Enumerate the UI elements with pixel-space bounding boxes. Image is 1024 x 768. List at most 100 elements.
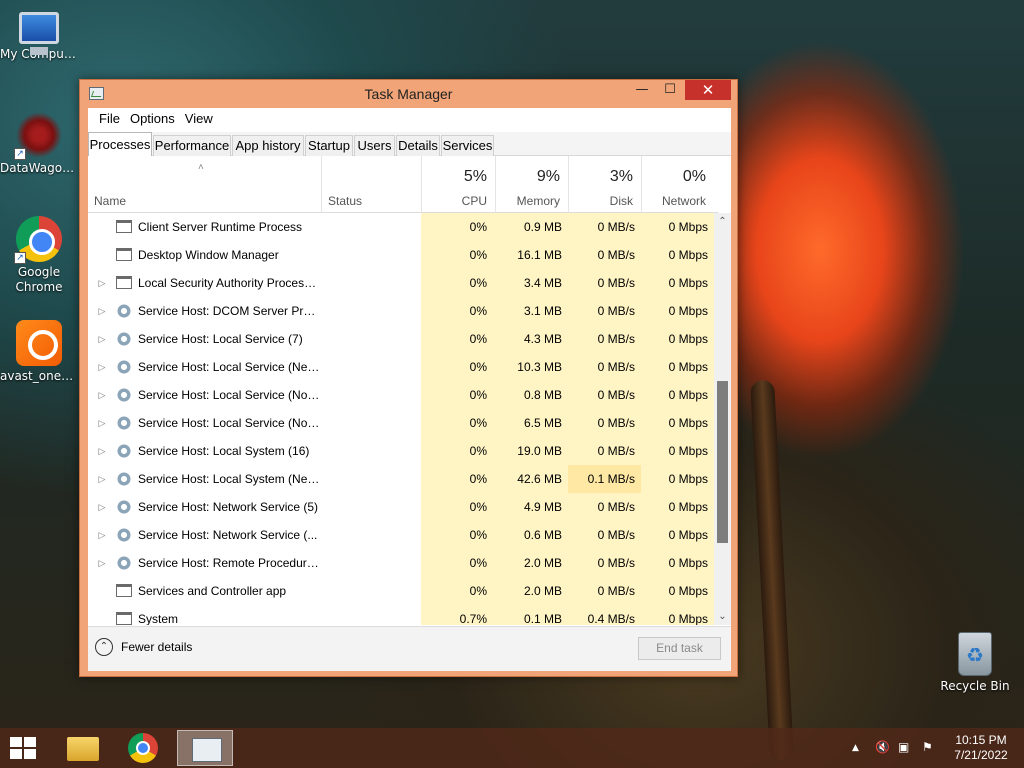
- network-value: 0 Mbps: [641, 297, 714, 325]
- table-row[interactable]: ▷ Service Host: Network Service (5) 0% 4.9 …: [88, 493, 714, 521]
- table-row[interactable]: ▷ Service Host: Local Service (No I... 0% 0…: [88, 381, 714, 409]
- end-task-button[interactable]: End task: [638, 637, 721, 660]
- taskbar-chrome[interactable]: [116, 730, 172, 766]
- expand-chevron-icon[interactable]: ▷: [96, 381, 108, 409]
- column-cpu[interactable]: 5% CPU: [421, 156, 495, 213]
- title-bar[interactable]: Task Manager — ☐ ✕: [80, 80, 737, 108]
- process-window-icon: [116, 248, 132, 261]
- column-disk[interactable]: 3% Disk: [568, 156, 641, 213]
- table-row[interactable]: System 0.7% 0.1 MB 0.4 MB/s 0 Mbps: [88, 605, 714, 625]
- expand-chevron-icon[interactable]: [96, 605, 108, 625]
- process-window-icon: [116, 612, 132, 625]
- memory-value: 4.9 MB: [495, 493, 568, 521]
- column-name[interactable]: ˄ Name: [88, 156, 321, 213]
- expand-chevron-icon[interactable]: ▷: [96, 549, 108, 577]
- desktop-icon-datawagon[interactable]: ↗ DataWagon...: [0, 112, 78, 176]
- scrollbar-thumb[interactable]: [717, 381, 728, 543]
- memory-value: 16.1 MB: [495, 241, 568, 269]
- expand-chevron-icon[interactable]: ▷: [96, 465, 108, 493]
- tab-details[interactable]: Details: [396, 135, 440, 156]
- memory-value: 4.3 MB: [495, 325, 568, 353]
- vertical-scrollbar[interactable]: ⌃ ⌄: [714, 213, 731, 625]
- chevron-up-circle-icon[interactable]: ⌃: [95, 638, 113, 656]
- tab-processes[interactable]: Processes: [88, 132, 152, 157]
- cpu-value: 0%: [421, 353, 495, 381]
- table-row[interactable]: ▷ Service Host: Local Service (No ... 0% 6.…: [88, 409, 714, 437]
- fewer-details-link[interactable]: Fewer details: [121, 640, 192, 654]
- expand-chevron-icon[interactable]: ▷: [96, 353, 108, 381]
- tab-services[interactable]: Services: [441, 135, 494, 156]
- close-button[interactable]: ✕: [685, 80, 731, 100]
- expand-chevron-icon[interactable]: ▷: [96, 521, 108, 549]
- process-name: Service Host: Remote Procedure...: [138, 556, 320, 570]
- wallpaper-flower-stem: [750, 379, 794, 761]
- desktop-icon-google-chrome[interactable]: ↗ Google Chrome: [0, 216, 78, 295]
- column-memory[interactable]: 9% Memory: [495, 156, 568, 213]
- network-icon[interactable]: ▣: [898, 740, 909, 754]
- table-row[interactable]: Services and Controller app 0% 2.0 MB 0 MB/…: [88, 577, 714, 605]
- expand-chevron-icon[interactable]: ▷: [96, 493, 108, 521]
- expand-chevron-icon[interactable]: ▷: [96, 409, 108, 437]
- tab-users[interactable]: Users: [354, 135, 395, 156]
- table-row[interactable]: ▷ Service Host: Local System (16) 0% 19.0 M…: [88, 437, 714, 465]
- table-row[interactable]: ▷ Service Host: Local Service (Net... 0% 10…: [88, 353, 714, 381]
- taskbar-task-manager[interactable]: [177, 730, 233, 766]
- table-row[interactable]: ▷ Service Host: DCOM Server Proc... 0% 3.1 …: [88, 297, 714, 325]
- cpu-value: 0%: [421, 297, 495, 325]
- maximize-button[interactable]: ☐: [656, 80, 684, 100]
- process-window-icon: [116, 276, 132, 289]
- disk-value: 0 MB/s: [568, 297, 641, 325]
- table-row[interactable]: ▷ Local Security Authority Process... 0% 3.…: [88, 269, 714, 297]
- process-window-icon: [116, 220, 132, 233]
- cpu-value: 0%: [421, 241, 495, 269]
- table-row[interactable]: ▷ Service Host: Local Service (7) 0% 4.3 MB…: [88, 325, 714, 353]
- datawagon-icon: ↗: [14, 112, 62, 160]
- desktop-icon-my-computer[interactable]: My Computer: [0, 8, 78, 62]
- windows-logo-icon: [10, 737, 22, 747]
- memory-value: 0.9 MB: [495, 213, 568, 241]
- network-value: 0 Mbps: [641, 605, 714, 625]
- table-row[interactable]: ▷ Service Host: Remote Procedure... 0% 2.0 …: [88, 549, 714, 577]
- table-row[interactable]: ▷ Service Host: Local System (Net... 0% 42.…: [88, 465, 714, 493]
- tab-bar: Processes Performance App history Startu…: [88, 132, 731, 157]
- memory-value: 0.6 MB: [495, 521, 568, 549]
- clock-time: 10:15 PM: [955, 733, 1007, 747]
- expand-chevron-icon[interactable]: [96, 577, 108, 605]
- network-value: 0 Mbps: [641, 213, 714, 241]
- taskbar-file-explorer[interactable]: [56, 730, 112, 766]
- scroll-up-icon[interactable]: ⌃: [714, 213, 731, 230]
- process-name: Service Host: Local Service (No ...: [138, 416, 320, 430]
- system-clock[interactable]: 10:15 PM 7/21/2022: [948, 733, 1014, 763]
- desktop-icon-recycle-bin[interactable]: Recycle Bin: [936, 632, 1014, 694]
- menu-file[interactable]: File: [94, 108, 125, 130]
- disk-value: 0 MB/s: [568, 241, 641, 269]
- tab-startup[interactable]: Startup: [305, 135, 353, 156]
- menu-options[interactable]: Options: [125, 108, 180, 130]
- task-manager-window[interactable]: Task Manager — ☐ ✕ File Options View Pro…: [79, 79, 738, 677]
- table-row[interactable]: Client Server Runtime Process 0% 0.9 MB 0 M…: [88, 213, 714, 241]
- expand-chevron-icon[interactable]: ▷: [96, 297, 108, 325]
- column-status[interactable]: Status: [321, 156, 421, 213]
- show-hidden-icons-icon[interactable]: ▲: [852, 743, 859, 753]
- disk-value: 0 MB/s: [568, 381, 641, 409]
- column-network[interactable]: 0% Network: [641, 156, 714, 213]
- expand-chevron-icon[interactable]: [96, 241, 108, 269]
- action-center-flag-icon[interactable]: ⚑: [922, 740, 933, 754]
- start-button[interactable]: [10, 737, 38, 761]
- network-value: 0 Mbps: [641, 493, 714, 521]
- table-row[interactable]: Desktop Window Manager 0% 16.1 MB 0 MB/s 0 M…: [88, 241, 714, 269]
- tab-app-history[interactable]: App history: [232, 135, 304, 156]
- network-value: 0 Mbps: [641, 325, 714, 353]
- expand-chevron-icon[interactable]: ▷: [96, 325, 108, 353]
- minimize-button[interactable]: —: [628, 80, 656, 100]
- expand-chevron-icon[interactable]: ▷: [96, 437, 108, 465]
- menu-view[interactable]: View: [180, 108, 218, 130]
- scroll-down-icon[interactable]: ⌄: [714, 608, 731, 625]
- expand-chevron-icon[interactable]: ▷: [96, 269, 108, 297]
- desktop-icon-avast[interactable]: avast_one_e...: [0, 320, 78, 384]
- expand-chevron-icon[interactable]: [96, 213, 108, 241]
- tab-performance[interactable]: Performance: [153, 135, 231, 156]
- volume-muted-icon[interactable]: 🔇: [875, 740, 890, 754]
- table-row[interactable]: ▷ Service Host: Network Service (... 0% 0.6…: [88, 521, 714, 549]
- process-name: System: [138, 612, 179, 625]
